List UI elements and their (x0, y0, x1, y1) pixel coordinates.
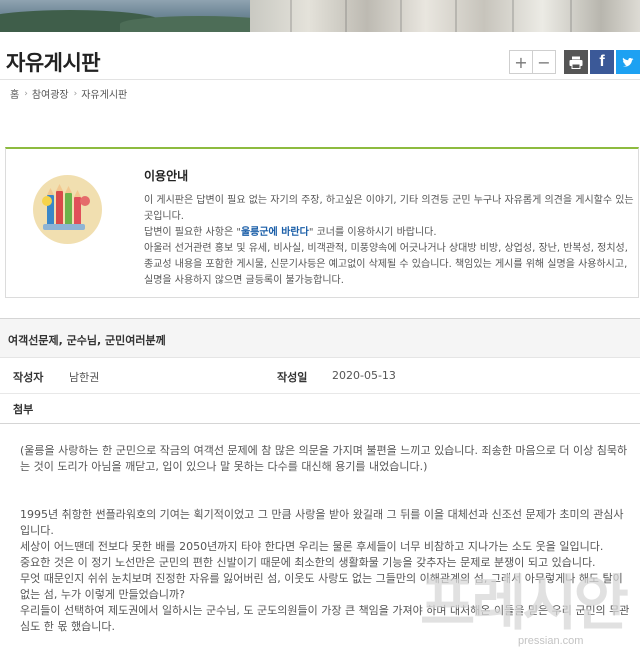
guide-paragraph-3: 아울러 선거관련 홍보 및 유세, 비사실, 비객관적, 미풍양속에 어긋나거나… (144, 243, 628, 286)
breadcrumb: 홈 › 참여광장 › 자유게시판 (10, 86, 127, 102)
content-paragraph: (울릉을 사랑하는 한 군민으로 작금의 여객선 문제에 참 많은 의문을 가지… (20, 444, 628, 473)
usage-guide-box: 이용안내 이 게시판은 답변이 필요 없는 자기의 주장, 하고싶은 이야기, … (5, 147, 639, 298)
pencils-icon (33, 175, 102, 244)
breadcrumb-level2[interactable]: 자유게시판 (81, 86, 127, 101)
twitter-icon (622, 57, 634, 67)
guide-body: 이 게시판은 답변이 필요 없는 자기의 주장, 하고싶은 이야기, 기타 의견… (144, 193, 634, 289)
content-paragraph: 1995년 취항한 썬플라워호의 기여는 획기적이었고 그 만큼 사랑을 받아 … (20, 508, 624, 537)
post-title-bar: 여객선문제, 군수님, 군민여러분께 (0, 318, 640, 358)
attachment-row: 첨부 (0, 394, 640, 424)
chevron-right-icon: › (73, 88, 78, 99)
printer-icon (569, 56, 583, 69)
date-label: 작성일 (277, 371, 308, 384)
title-divider (0, 79, 640, 80)
guide-title: 이용안내 (144, 169, 189, 183)
watermark-url: pressian.com (518, 635, 584, 647)
breadcrumb-level1[interactable]: 참여광장 (32, 86, 69, 101)
page-toolbar: + − f (509, 50, 640, 74)
zoom-in-button[interactable]: + (509, 50, 533, 74)
header-banner-image (0, 0, 640, 32)
page-title: 자유게시판 (6, 51, 101, 75)
post-title: 여객선문제, 군수님, 군민여러분께 (8, 334, 166, 347)
author-value: 남한권 (69, 371, 100, 384)
chevron-right-icon: › (24, 88, 28, 99)
breadcrumb-home[interactable]: 홈 (10, 86, 19, 101)
date-value: 2020-05-13 (332, 369, 396, 382)
watermark-logo: 프레시안 (420, 569, 629, 639)
zoom-out-button[interactable]: − (532, 50, 556, 74)
author-label: 작성자 (13, 371, 44, 384)
pressian-watermark: 프레시안 pressian.com (400, 572, 640, 655)
print-button[interactable] (564, 50, 588, 74)
post-meta-row: 작성자 남한권 작성일 2020-05-13 (0, 358, 640, 394)
guide-paragraph-2: 답변이 필요한 사항은 "울릉군에 바란다" 코너를 이용하시기 바랍니다. (144, 227, 437, 238)
facebook-share-button[interactable]: f (590, 50, 614, 74)
attachment-label: 첨부 (13, 403, 34, 416)
content-paragraph: 세상이 어느땐데 전보다 못한 배를 2050년까지 타야 한다면 우리는 물론… (20, 540, 604, 553)
twitter-share-button[interactable] (616, 50, 640, 74)
guide-paragraph-1: 이 게시판은 답변이 필요 없는 자기의 주장, 하고싶은 이야기, 기타 의견… (144, 195, 634, 222)
guide-highlight-link[interactable]: 울릉군에 바란다 (241, 227, 309, 238)
